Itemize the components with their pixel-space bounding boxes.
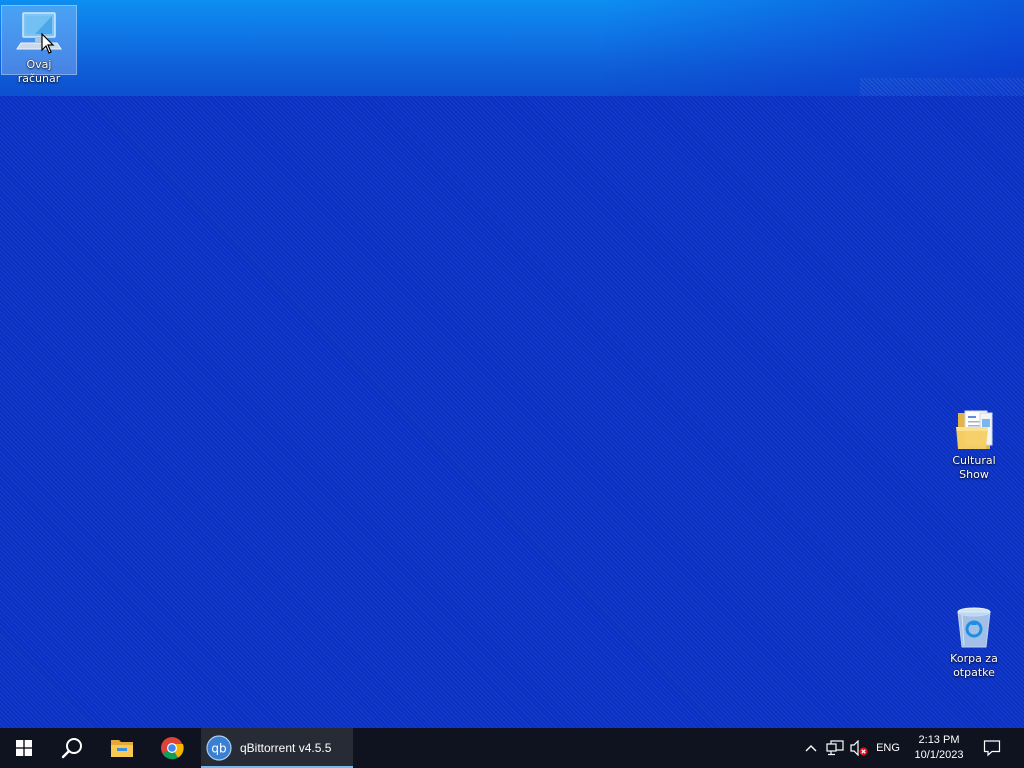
clock[interactable]: 2:13 PM 10/1/2023 xyxy=(906,728,972,768)
taskbar-file-explorer[interactable] xyxy=(98,728,146,768)
desktop-icon-cultural-show[interactable]: Cultural Show xyxy=(937,402,1011,484)
qbittorrent-icon: qb xyxy=(206,735,232,761)
desktop-icon-label: Ovaj računar xyxy=(17,58,61,85)
show-hidden-icons-button[interactable] xyxy=(800,728,822,768)
svg-text:qb: qb xyxy=(211,742,226,756)
taskbar-qbittorrent[interactable]: qb qBittorrent v4.5.5 xyxy=(201,728,353,768)
desktop-icon-label: Korpa za otpatke xyxy=(950,652,998,679)
desktop-icon-this-pc[interactable]: Ovaj računar xyxy=(1,5,77,85)
chevron-up-icon xyxy=(805,745,817,752)
volume-muted-icon xyxy=(850,740,868,756)
recycle-bin-icon xyxy=(950,603,998,651)
search-button[interactable] xyxy=(48,728,96,768)
desktop-icon-recycle-bin[interactable]: Korpa za otpatke xyxy=(937,600,1011,682)
volume-button[interactable] xyxy=(848,728,870,768)
chrome-icon xyxy=(161,737,184,760)
search-icon xyxy=(61,738,82,759)
action-center-button[interactable] xyxy=(972,728,1012,768)
network-button[interactable] xyxy=(824,728,846,768)
network-icon xyxy=(826,740,844,756)
desktop-icon-label: Cultural Show xyxy=(952,454,996,481)
folder-icon xyxy=(950,405,998,453)
desktop[interactable]: Ovaj računar Cultural Show Korpa za otpa… xyxy=(0,0,1024,728)
taskbar-chrome[interactable] xyxy=(148,728,196,768)
taskbar: qb qBittorrent v4.5.5 ENG 2:13 PM 10/1/2… xyxy=(0,728,1024,768)
input-language-indicator[interactable]: ENG xyxy=(872,728,904,768)
windows-logo-icon xyxy=(16,740,32,756)
this-pc-icon xyxy=(15,9,63,57)
file-explorer-icon xyxy=(111,740,133,757)
running-app-label: qBittorrent v4.5.5 xyxy=(240,741,332,755)
clock-time: 2:13 PM xyxy=(918,734,960,746)
start-button[interactable] xyxy=(0,728,48,768)
wallpaper-dither xyxy=(860,78,1024,96)
clock-date: 10/1/2023 xyxy=(914,749,964,761)
action-center-icon xyxy=(983,740,1001,757)
